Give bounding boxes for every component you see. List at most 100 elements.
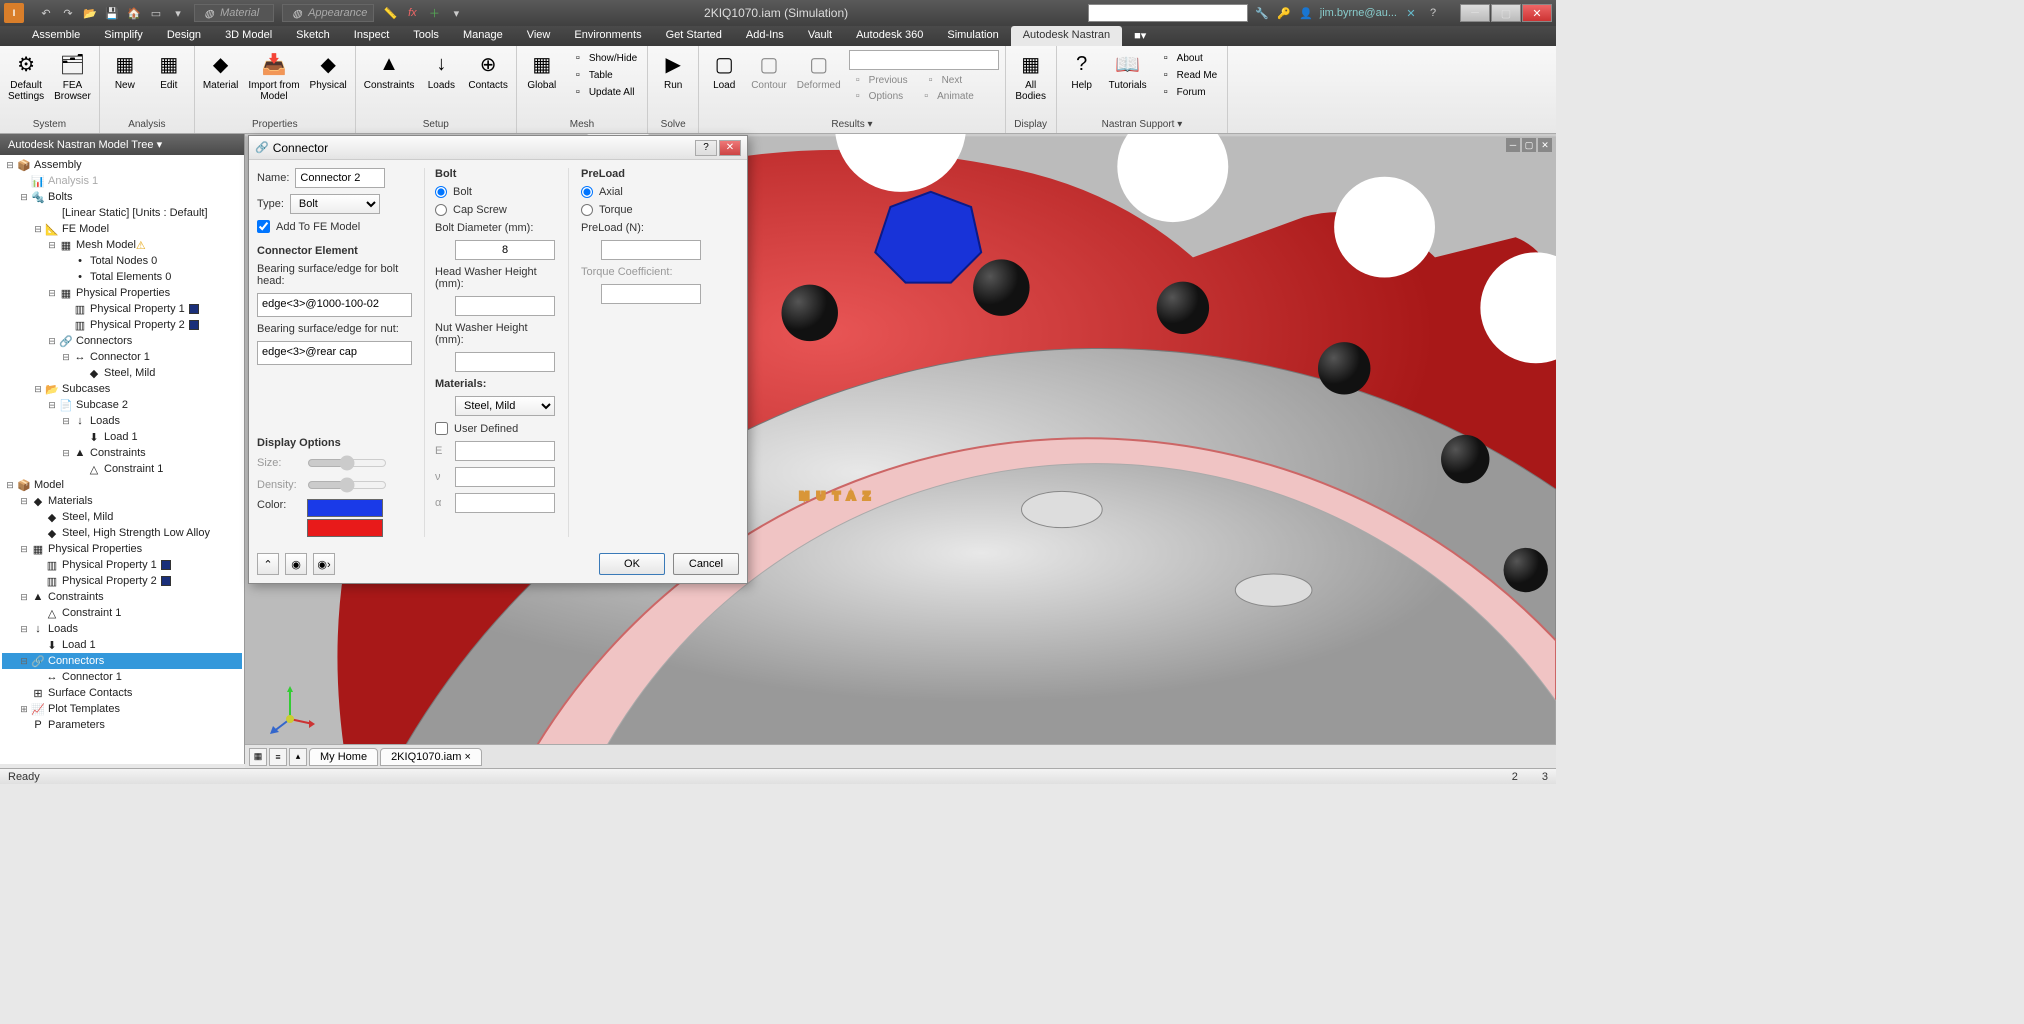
- global-button[interactable]: ▦Global: [521, 48, 563, 93]
- ribbon-tab-tools[interactable]: Tools: [401, 26, 451, 46]
- tree-node-model[interactable]: ⊟📦Model: [2, 477, 242, 493]
- tree-node-load-1[interactable]: ⬇Load 1: [2, 637, 242, 653]
- head-washer-input[interactable]: [455, 296, 555, 316]
- home-icon[interactable]: 🏠: [126, 5, 142, 21]
- user-name[interactable]: jim.byrne@au...: [1320, 7, 1397, 19]
- material-dropdown[interactable]: ◍ Material: [194, 4, 274, 22]
- key-icon[interactable]: 🔑: [1276, 5, 1292, 21]
- user-defined-checkbox[interactable]: [435, 422, 448, 435]
- load-button[interactable]: ▢Load: [703, 48, 745, 93]
- viewport-close-icon[interactable]: ✕: [1538, 138, 1552, 152]
- loads-button[interactable]: ↓Loads: [420, 48, 462, 93]
- tree-node-fe-model[interactable]: ⊟📐FE Model: [2, 221, 242, 237]
- tree-toggle-icon[interactable]: ⊟: [60, 448, 72, 459]
- run-button[interactable]: ▶Run: [652, 48, 694, 93]
- help-icon[interactable]: ?: [1425, 5, 1441, 21]
- app-icon[interactable]: I: [4, 3, 24, 23]
- ribbon-tab-autodesk-360[interactable]: Autodesk 360: [844, 26, 935, 46]
- fea-browser-button[interactable]: 🗂FEABrowser: [50, 48, 95, 104]
- tree-node-connector-1[interactable]: ⊟↔Connector 1: [2, 349, 242, 365]
- capscrew-radio[interactable]: [435, 204, 447, 216]
- update-all-item[interactable]: ▫Update All: [567, 84, 641, 100]
- record-next-button[interactable]: ◉›: [313, 553, 335, 575]
- redo-icon[interactable]: ↷: [60, 5, 76, 21]
- tab-grid-icon[interactable]: ▦: [249, 748, 267, 766]
- ribbon-tab-environments[interactable]: Environments: [562, 26, 653, 46]
- tree-toggle-icon[interactable]: ⊟: [60, 352, 72, 363]
- bearing-head-input[interactable]: edge<3>@1000-100-02: [257, 293, 412, 317]
- new-button[interactable]: ▦New: [104, 48, 146, 93]
- ribbon-tab-design[interactable]: Design: [155, 26, 213, 46]
- viewport-minimize-icon[interactable]: ─: [1506, 138, 1520, 152]
- material-button[interactable]: ◆Material: [199, 48, 243, 93]
- tree-node-physical-property-1[interactable]: ▥Physical Property 1: [2, 301, 242, 317]
- tree-node-connector-1[interactable]: ↔Connector 1: [2, 669, 242, 685]
- cancel-button[interactable]: Cancel: [673, 553, 739, 575]
- help-button[interactable]: ?Help: [1061, 48, 1103, 93]
- show/hide-item[interactable]: ▫Show/Hide: [567, 50, 641, 66]
- tree-node-analysis-1[interactable]: 📊Analysis 1: [2, 173, 242, 189]
- tab-file[interactable]: 2KIQ1070.iam ×: [380, 748, 482, 766]
- color-swatch-1[interactable]: [307, 499, 383, 517]
- dropdown-icon[interactable]: ▾: [448, 5, 464, 21]
- ribbon-tab-simplify[interactable]: Simplify: [92, 26, 155, 46]
- tree-node-steel-mild[interactable]: ◆Steel, Mild: [2, 365, 242, 381]
- tree-node-plot-templates[interactable]: ⊞📈Plot Templates: [2, 701, 242, 717]
- tree-node-assembly[interactable]: ⊟📦Assembly: [2, 157, 242, 173]
- tree-toggle-icon[interactable]: ⊟: [46, 336, 58, 347]
- tree-toggle-icon[interactable]: ⊟: [46, 240, 58, 251]
- tab-my-home[interactable]: My Home: [309, 748, 378, 766]
- import from-model-button[interactable]: 📥Import fromModel: [244, 48, 303, 104]
- search-icon[interactable]: 🔧: [1254, 5, 1270, 21]
- tree-toggle-icon[interactable]: ⊟: [4, 160, 16, 171]
- tab-list-icon[interactable]: ≡: [269, 748, 287, 766]
- tree-toggle-icon[interactable]: ⊟: [32, 224, 44, 235]
- close-button[interactable]: ✕: [1522, 4, 1552, 22]
- tree-toggle-icon[interactable]: ⊟: [60, 416, 72, 427]
- viewport-restore-icon[interactable]: ▢: [1522, 138, 1536, 152]
- search-input[interactable]: [1088, 4, 1248, 22]
- tree-node-total-elements-0[interactable]: •Total Elements 0: [2, 269, 242, 285]
- type-select[interactable]: Bolt: [290, 194, 380, 214]
- ribbon-tab-assemble[interactable]: Assemble: [20, 26, 92, 46]
- ribbon-tab-simulation[interactable]: Simulation: [935, 26, 1010, 46]
- tree-node-constraints[interactable]: ⊟▲Constraints: [2, 589, 242, 605]
- tree-node-constraint-1[interactable]: △Constraint 1: [2, 605, 242, 621]
- materials-select[interactable]: Steel, Mild: [455, 396, 555, 416]
- tree-node-physical-properties[interactable]: ⊟▦Physical Properties: [2, 285, 242, 301]
- dialog-titlebar[interactable]: 🔗 Connector ? ✕: [249, 136, 747, 160]
- tree-toggle-icon[interactable]: ⊟: [4, 480, 16, 491]
- tree-node-constraints[interactable]: ⊟▲Constraints: [2, 445, 242, 461]
- tree-header[interactable]: Autodesk Nastran Model Tree ▾: [0, 134, 244, 155]
- more-icon[interactable]: ▾: [170, 5, 186, 21]
- tree-node-constraint-1[interactable]: △Constraint 1: [2, 461, 242, 477]
- tree-toggle-icon[interactable]: ⊟: [32, 384, 44, 395]
- tree-node-subcase-2[interactable]: ⊟📄Subcase 2: [2, 397, 242, 413]
- bolt-diameter-input[interactable]: [455, 240, 555, 260]
- x-icon[interactable]: ✕: [1403, 5, 1419, 21]
- nut-washer-input[interactable]: [455, 352, 555, 372]
- bolt-radio[interactable]: [435, 186, 447, 198]
- dialog-close-button[interactable]: ✕: [719, 140, 741, 156]
- results-dropdown[interactable]: [849, 50, 999, 70]
- ribbon-tab-manage[interactable]: Manage: [451, 26, 515, 46]
- save-icon[interactable]: 💾: [104, 5, 120, 21]
- about-item[interactable]: ▫About: [1155, 50, 1222, 66]
- tree-node-parameters[interactable]: PParameters: [2, 717, 242, 733]
- tree-node-subcases[interactable]: ⊟📂Subcases: [2, 381, 242, 397]
- ribbon-tab-vault[interactable]: Vault: [796, 26, 844, 46]
- read-me-item[interactable]: ▫Read Me: [1155, 67, 1222, 83]
- tree-node-connectors[interactable]: ⊟🔗Connectors: [2, 653, 242, 669]
- physical-button[interactable]: ◆Physical: [306, 48, 351, 93]
- tree-toggle-icon[interactable]: ⊟: [18, 656, 30, 667]
- forum-item[interactable]: ▫Forum: [1155, 84, 1222, 100]
- tree-node-physical-properties[interactable]: ⊟▦Physical Properties: [2, 541, 242, 557]
- ribbon-tab-sketch[interactable]: Sketch: [284, 26, 342, 46]
- tree-node-steel-high-strength-low-alloy[interactable]: ◆Steel, High Strength Low Alloy: [2, 525, 242, 541]
- tree-node-loads[interactable]: ⊟↓Loads: [2, 621, 242, 637]
- measure-icon[interactable]: 📏: [382, 5, 398, 21]
- tree-toggle-icon[interactable]: ⊟: [18, 592, 30, 603]
- dialog-help-button[interactable]: ?: [695, 140, 717, 156]
- open-icon[interactable]: 📂: [82, 5, 98, 21]
- tree-toggle-icon[interactable]: ⊟: [46, 288, 58, 299]
